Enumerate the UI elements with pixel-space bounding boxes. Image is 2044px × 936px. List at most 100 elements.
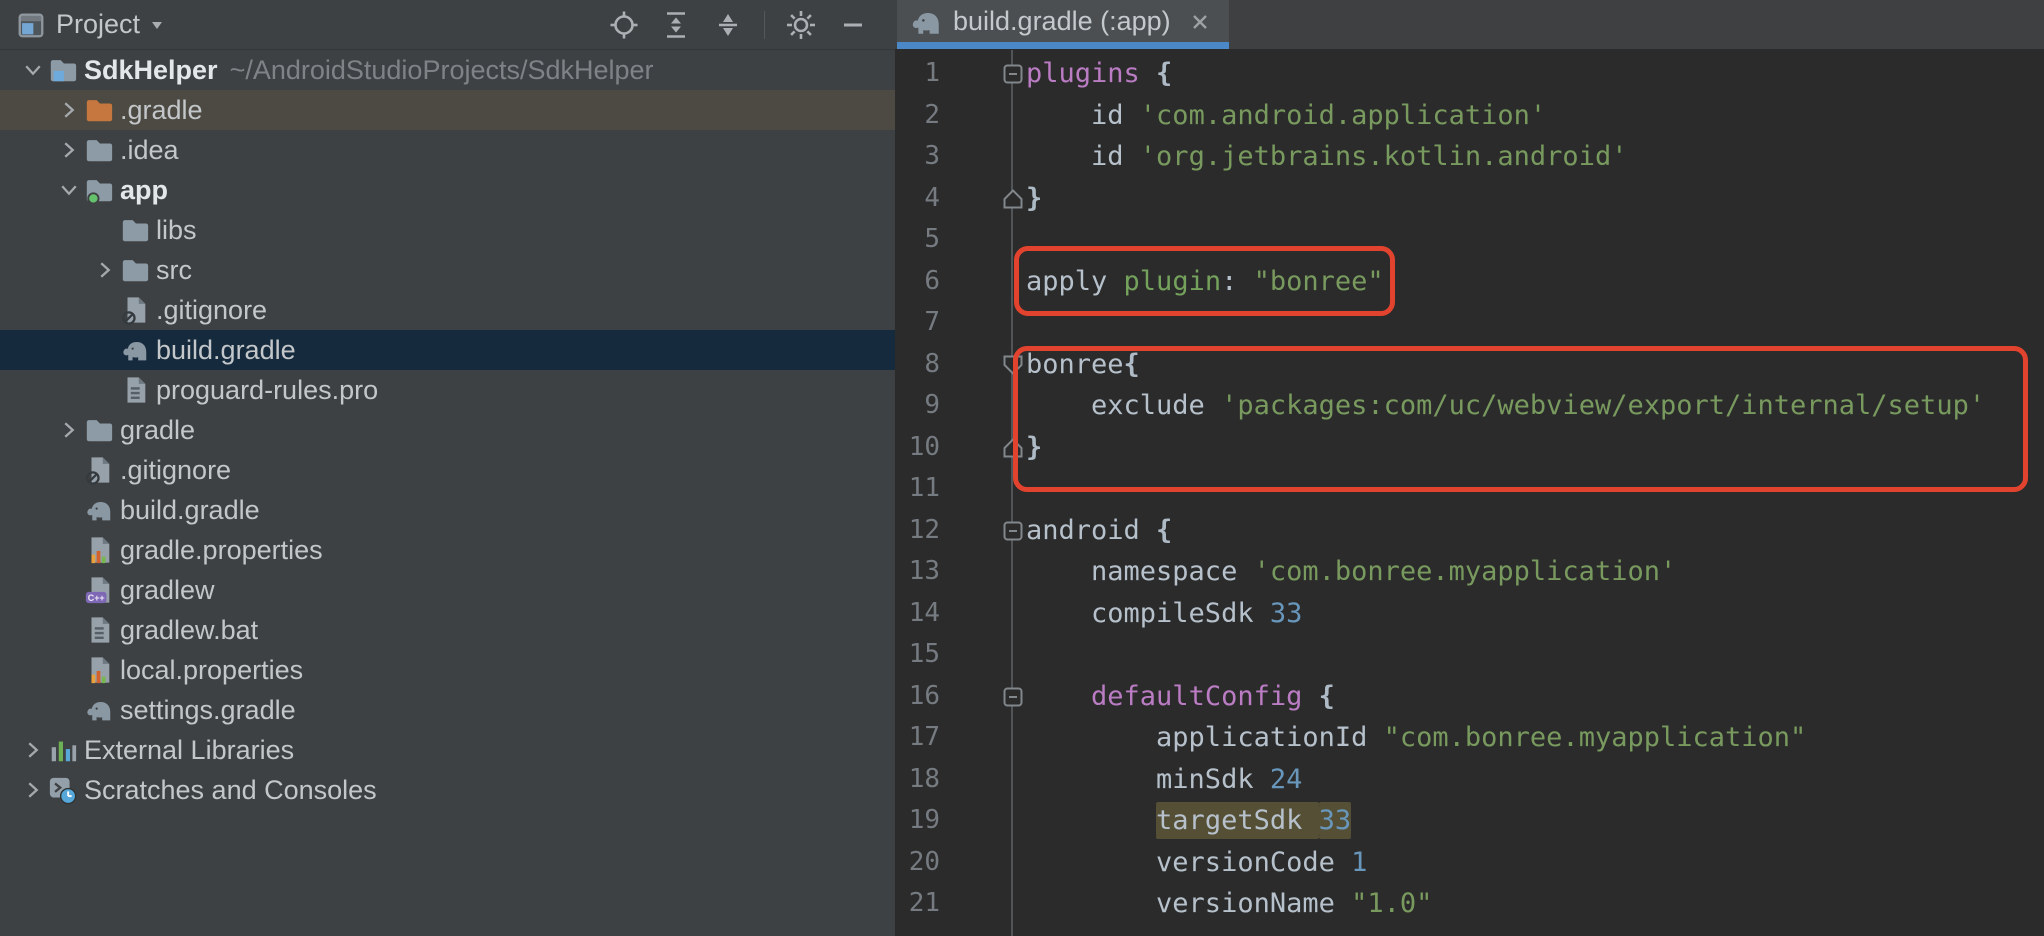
locate-icon[interactable]	[608, 9, 640, 41]
token: minSdk	[1026, 764, 1270, 795]
code-line-18[interactable]: 18 minSdk 24	[895, 759, 2044, 801]
tree-item--gitignore[interactable]: .gitignore	[0, 450, 895, 490]
code-line-21[interactable]: 21 versionName "1.0"	[895, 883, 2044, 925]
code-area: 1plugins {2 id 'com.android.application'…	[895, 50, 2044, 925]
code-line-2[interactable]: 2 id 'com.android.application'	[895, 95, 2044, 137]
fold-marker-minus-icon[interactable]	[1003, 521, 1023, 541]
fold-marker-end-icon[interactable]	[1003, 189, 1023, 209]
gutter-fold-column	[940, 676, 1026, 718]
code-line-9[interactable]: 9 exclude 'packages:com/uc/webview/expor…	[895, 385, 2044, 427]
tree-item-build-gradle[interactable]: build.gradle	[0, 490, 895, 530]
gradlew-icon: C++	[84, 575, 114, 605]
panel-toolbar	[608, 9, 869, 41]
tree-item-gradle-properties[interactable]: gradle.properties	[0, 530, 895, 570]
code-line-4[interactable]: 4}	[895, 178, 2044, 220]
tree-item-sdkhelper[interactable]: SdkHelper~/AndroidStudioProjects/SdkHelp…	[0, 50, 895, 90]
code-line-12[interactable]: 12android {	[895, 510, 2044, 552]
tree-item-label: .gitignore	[120, 455, 231, 486]
chevron-right-icon[interactable]	[18, 775, 48, 805]
editor-body[interactable]: 1plugins {2 id 'com.android.application'…	[895, 50, 2044, 936]
tree-item-build-gradle[interactable]: build.gradle	[0, 330, 895, 370]
line-number: 4	[895, 178, 940, 220]
code-line-8[interactable]: 8bonree{	[895, 344, 2044, 386]
project-tool-window-icon	[16, 10, 46, 40]
token: {	[1319, 681, 1335, 712]
chevron-right-icon[interactable]	[18, 735, 48, 765]
fold-marker-minus-icon[interactable]	[1003, 64, 1023, 84]
token: versionName	[1026, 888, 1351, 919]
code-line-19[interactable]: 19 targetSdk 33	[895, 800, 2044, 842]
hide-icon[interactable]	[837, 9, 869, 41]
chevron-placeholder	[90, 295, 120, 325]
code-line-14[interactable]: 14 compileSdk 33	[895, 593, 2044, 635]
tree-item-proguard-rules-pro[interactable]: proguard-rules.pro	[0, 370, 895, 410]
chevron-down-icon[interactable]	[148, 16, 166, 34]
code-text: namespace 'com.bonree.myapplication'	[1026, 551, 1676, 593]
code-line-1[interactable]: 1plugins {	[895, 53, 2044, 95]
chevron-right-icon[interactable]	[54, 135, 84, 165]
tree-item-gradle[interactable]: gradle	[0, 410, 895, 450]
code-line-20[interactable]: 20 versionCode 1	[895, 842, 2044, 884]
tree-item-label: gradle	[120, 415, 195, 446]
tree-item-external-libraries[interactable]: External Libraries	[0, 730, 895, 770]
token: "bonree"	[1254, 266, 1384, 297]
project-tree: SdkHelper~/AndroidStudioProjects/SdkHelp…	[0, 50, 895, 810]
gutter-fold-column	[940, 468, 1026, 510]
code-line-13[interactable]: 13 namespace 'com.bonree.myapplication'	[895, 551, 2044, 593]
tree-item-libs[interactable]: libs	[0, 210, 895, 250]
fold-marker-down-icon[interactable]	[1003, 355, 1023, 375]
code-line-17[interactable]: 17 applicationId "com.bonree.myapplicati…	[895, 717, 2044, 759]
gutter-fold-column	[940, 717, 1026, 759]
chevron-right-icon[interactable]	[54, 415, 84, 445]
collapse-all-icon[interactable]	[712, 9, 744, 41]
chevron-right-icon[interactable]	[54, 95, 84, 125]
code-line-11[interactable]: 11	[895, 468, 2044, 510]
code-text: android {	[1026, 510, 1172, 552]
tree-item-app[interactable]: app	[0, 170, 895, 210]
tab-build-gradle-app[interactable]: build.gradle (:app)	[897, 0, 1229, 49]
code-line-15[interactable]: 15	[895, 634, 2044, 676]
code-line-3[interactable]: 3 id 'org.jetbrains.kotlin.android'	[895, 136, 2044, 178]
gutter-fold-column	[940, 842, 1026, 884]
tree-item-label: gradle.properties	[120, 535, 323, 566]
chevron-placeholder	[54, 655, 84, 685]
code-line-7[interactable]: 7	[895, 302, 2044, 344]
chevron-right-icon[interactable]	[90, 255, 120, 285]
tree-item-src[interactable]: src	[0, 250, 895, 290]
panel-title[interactable]: Project	[56, 9, 140, 40]
tree-item-settings-gradle[interactable]: settings.gradle	[0, 690, 895, 730]
code-line-6[interactable]: 6apply plugin: "bonree"	[895, 261, 2044, 303]
token: compileSdk	[1026, 598, 1270, 629]
fold-marker-end-icon[interactable]	[1003, 438, 1023, 458]
code-text: versionCode 1	[1026, 842, 1367, 884]
tree-item-label: app	[120, 175, 168, 206]
gradle-icon	[120, 335, 150, 365]
token: plugins	[1026, 58, 1156, 89]
tree-item--gradle[interactable]: .gradle	[0, 90, 895, 130]
tree-item--gitignore[interactable]: .gitignore	[0, 290, 895, 330]
close-icon[interactable]	[1187, 9, 1213, 35]
token: applicationId	[1026, 722, 1384, 753]
chevron-down-icon[interactable]	[18, 55, 48, 85]
properties-icon	[84, 535, 114, 565]
expand-all-icon[interactable]	[660, 9, 692, 41]
code-line-16[interactable]: 16 defaultConfig {	[895, 676, 2044, 718]
chevron-down-icon[interactable]	[54, 175, 84, 205]
code-line-5[interactable]: 5	[895, 219, 2044, 261]
properties-icon	[84, 655, 114, 685]
folder-icon	[120, 215, 150, 245]
settings-icon[interactable]	[785, 9, 817, 41]
tree-item-gradlew-bat[interactable]: gradlew.bat	[0, 610, 895, 650]
line-number: 3	[895, 136, 940, 178]
fold-marker-minus-icon[interactable]	[1003, 687, 1023, 707]
project-path: ~/AndroidStudioProjects/SdkHelper	[230, 55, 654, 86]
tree-item-gradlew[interactable]: C++gradlew	[0, 570, 895, 610]
token: {	[1156, 58, 1172, 89]
gutter-fold-column	[940, 593, 1026, 635]
tree-item-local-properties[interactable]: local.properties	[0, 650, 895, 690]
tree-item-scratches-and-consoles[interactable]: Scratches and Consoles	[0, 770, 895, 810]
tree-item--idea[interactable]: .idea	[0, 130, 895, 170]
chevron-placeholder	[54, 695, 84, 725]
gutter-fold-column	[940, 883, 1026, 925]
code-line-10[interactable]: 10}	[895, 427, 2044, 469]
